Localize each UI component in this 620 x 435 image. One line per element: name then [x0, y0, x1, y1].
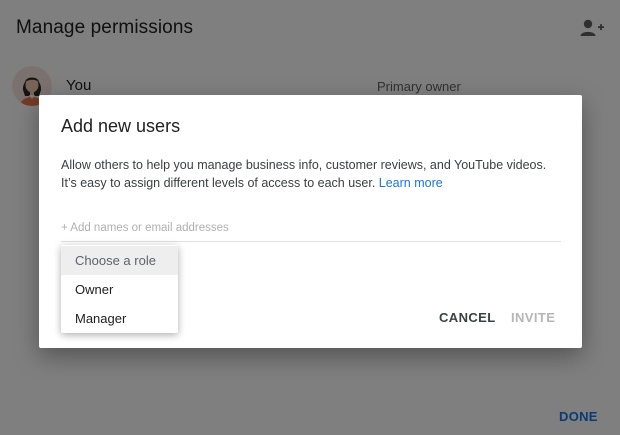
cancel-button[interactable]: CANCEL: [439, 310, 496, 325]
role-option-owner[interactable]: Owner: [61, 275, 178, 304]
role-option-manager[interactable]: Manager: [61, 304, 178, 333]
add-users-input[interactable]: [61, 217, 561, 239]
dialog-title: Add new users: [61, 116, 181, 136]
role-dropdown-menu: Choose a role Owner Manager: [61, 245, 178, 333]
learn-more-link[interactable]: Learn more: [379, 176, 443, 190]
dialog-description: Allow others to help you manage business…: [61, 156, 561, 192]
role-menu-header: Choose a role: [61, 246, 178, 275]
input-underline: [61, 241, 561, 242]
invite-button[interactable]: INVITE: [511, 310, 555, 325]
description-text: Allow others to help you manage business…: [61, 158, 547, 190]
